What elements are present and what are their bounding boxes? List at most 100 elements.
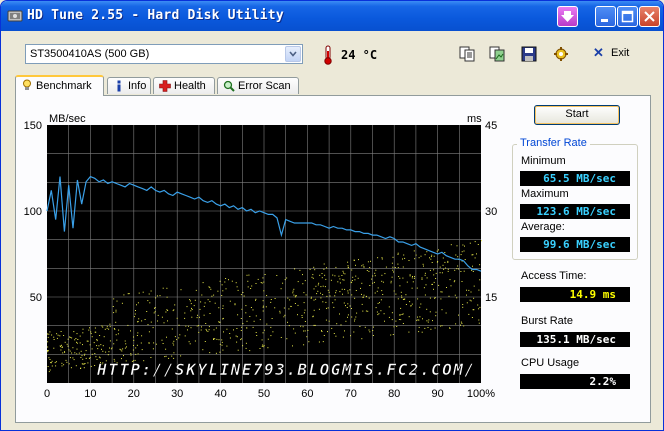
- access-time-point: [66, 343, 68, 345]
- access-time-point: [75, 365, 77, 367]
- access-time-point: [133, 339, 135, 341]
- y-axis-unit-label: MB/sec: [49, 113, 86, 125]
- access-time-point: [288, 325, 290, 327]
- access-time-point: [190, 303, 192, 305]
- access-time-point: [263, 290, 265, 292]
- access-time-point: [369, 285, 371, 286]
- access-time-point: [308, 341, 310, 343]
- access-time-point: [106, 325, 108, 327]
- access-time-point: [411, 303, 413, 305]
- access-time-point: [293, 288, 295, 290]
- access-time-point: [343, 302, 345, 304]
- access-time-point: [229, 300, 231, 302]
- access-time-point: [132, 349, 134, 351]
- access-time-point: [242, 323, 244, 325]
- access-time-point: [189, 299, 191, 301]
- access-time-point: [354, 259, 355, 261]
- start-button[interactable]: Start: [534, 105, 620, 125]
- tab-benchmark[interactable]: Benchmark: [15, 75, 104, 96]
- access-time-point: [112, 306, 114, 307]
- access-time-point: [301, 317, 303, 318]
- access-time-point: [68, 349, 70, 351]
- access-time-point: [88, 329, 90, 331]
- access-time-point: [304, 321, 306, 322]
- access-time-point: [312, 277, 314, 279]
- access-time-point: [342, 336, 344, 338]
- access-time-point: [262, 306, 264, 308]
- access-time-point: [106, 327, 108, 329]
- access-time-point: [82, 358, 84, 360]
- access-time-point: [417, 316, 418, 318]
- access-time-point: [313, 266, 315, 268]
- access-time-point: [152, 348, 154, 350]
- access-time-point: [79, 342, 81, 344]
- access-time-point: [216, 338, 218, 340]
- access-time-point: [236, 341, 238, 343]
- access-time-point: [142, 291, 144, 293]
- access-time-point: [352, 276, 354, 278]
- access-time-point: [51, 365, 53, 367]
- access-time-point: [321, 277, 323, 279]
- access-time-point: [473, 285, 475, 287]
- access-time-point: [422, 263, 424, 265]
- access-time-point: [165, 355, 167, 357]
- access-time-point: [167, 310, 169, 311]
- access-time-point: [430, 256, 432, 258]
- access-time-point: [353, 331, 355, 333]
- x-tick-label: 90: [431, 388, 443, 400]
- access-time-point: [429, 269, 431, 271]
- access-time-point: [245, 305, 247, 307]
- access-time-point: [173, 352, 175, 354]
- access-time-point: [323, 335, 325, 336]
- access-time-point: [334, 295, 336, 297]
- access-time-point: [461, 281, 463, 282]
- access-time-point: [213, 339, 214, 340]
- access-time-point: [176, 317, 178, 319]
- access-time-point: [95, 356, 97, 358]
- access-time-point: [339, 291, 341, 293]
- access-time-point: [237, 349, 239, 351]
- access-time-point: [397, 252, 399, 254]
- access-time-point: [317, 284, 319, 286]
- access-time-point: [428, 319, 430, 321]
- access-time-point: [441, 325, 443, 327]
- access-time-point: [454, 294, 456, 296]
- access-time-point: [430, 328, 432, 330]
- access-time-point: [65, 359, 67, 361]
- access-time-point: [203, 305, 205, 307]
- access-time-point: [322, 294, 324, 296]
- access-time-point: [292, 292, 294, 294]
- access-time-point: [137, 332, 139, 334]
- access-time-point: [423, 287, 425, 289]
- access-time-point: [325, 319, 327, 321]
- access-time-point: [361, 265, 363, 267]
- access-time-point: [441, 291, 443, 293]
- access-time-point: [94, 331, 96, 333]
- access-time-point: [124, 347, 126, 349]
- access-time-point: [102, 345, 104, 347]
- access-time-point: [455, 323, 457, 325]
- access-time-point: [137, 321, 138, 323]
- access-time-point: [110, 348, 112, 350]
- access-time-point: [426, 308, 428, 310]
- access-time-point: [210, 288, 212, 290]
- access-time-point: [123, 355, 124, 357]
- access-time-point: [134, 313, 136, 315]
- access-time-point: [440, 325, 441, 327]
- access-time-point: [138, 318, 140, 320]
- access-time-point: [128, 293, 130, 295]
- access-time-point: [125, 343, 127, 345]
- access-time-point: [434, 327, 436, 329]
- access-time-point: [98, 356, 100, 358]
- access-time-point: [221, 344, 223, 346]
- access-time-point: [247, 280, 249, 282]
- access-time-point: [327, 289, 329, 291]
- access-time-point: [464, 245, 465, 247]
- access-time-point: [392, 269, 394, 271]
- burst-rate-label: Burst Rate: [521, 315, 573, 327]
- access-time-point: [388, 316, 390, 318]
- access-time-point: [246, 327, 248, 329]
- access-time-point: [304, 280, 306, 282]
- access-time-point: [344, 273, 346, 275]
- access-time-point: [323, 263, 325, 265]
